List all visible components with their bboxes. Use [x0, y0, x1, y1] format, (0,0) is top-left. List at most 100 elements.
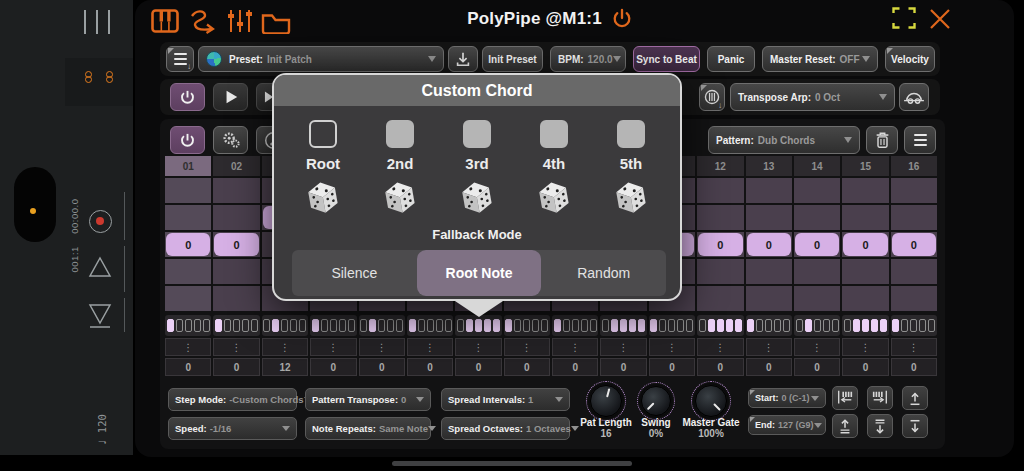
grid-cell[interactable] [697, 259, 743, 284]
column-transpose-value[interactable]: 0 [310, 358, 356, 376]
transpose-arp-dropdown[interactable]: Transpose Arp:0 Oct [730, 83, 895, 111]
spread-octaves-dropdown[interactable]: Spread Octaves:1 Octaves [441, 417, 570, 440]
column-options-button[interactable]: ⋮ [697, 338, 743, 356]
dice-icon[interactable] [305, 180, 341, 216]
substep-indicator[interactable] [697, 315, 743, 336]
grid-cell[interactable]: 0 [842, 232, 888, 257]
pattern-menu-button[interactable] [904, 126, 936, 154]
dice-icon[interactable] [536, 180, 572, 216]
substep-indicator[interactable] [262, 315, 308, 336]
column-options-button[interactable]: ⋮ [794, 338, 840, 356]
sync-to-beat-button[interactable]: Sync to Beat [633, 46, 700, 72]
return-to-start-button[interactable] [88, 303, 112, 329]
grid-cell[interactable] [746, 259, 792, 284]
grid-cell[interactable] [746, 286, 792, 311]
swing-knob[interactable] [641, 386, 671, 416]
note-pill[interactable]: 0 [214, 233, 258, 256]
save-preset-button[interactable] [448, 46, 478, 72]
column-options-button[interactable]: ⋮ [310, 338, 356, 356]
note-pill[interactable]: 0 [166, 233, 210, 256]
substep-indicator[interactable] [165, 315, 211, 336]
5th-checkbox[interactable] [617, 120, 645, 148]
grid-cell[interactable] [794, 205, 840, 230]
master-gate-knob[interactable] [695, 385, 727, 417]
step-column-header[interactable]: 14 [794, 156, 840, 176]
plugin-power-icon[interactable] [611, 8, 633, 30]
note-pill[interactable]: 0 [747, 233, 791, 256]
grid-cell[interactable] [746, 205, 792, 230]
grid-cell[interactable] [794, 259, 840, 284]
column-options-button[interactable]: ⋮ [842, 338, 888, 356]
note-pill[interactable]: 0 [892, 233, 936, 256]
substep-indicator[interactable] [600, 315, 646, 336]
note-repeats-dropdown[interactable]: Note Repeats:Same Note [305, 417, 431, 440]
column-options-button[interactable]: ⋮ [407, 338, 453, 356]
silence-segment[interactable]: Silence [292, 250, 417, 296]
2nd-checkbox[interactable] [386, 120, 414, 148]
spread-intervals-dropdown[interactable]: Spread Intervals:1 [441, 388, 570, 411]
grid-cell[interactable]: 0 [794, 232, 840, 257]
pattern-transpose-dropdown[interactable]: Pattern Transpose:0 [305, 388, 431, 411]
init-preset-button[interactable]: Init Preset [482, 46, 543, 72]
grid-cell[interactable] [794, 286, 840, 311]
grid-cell[interactable] [842, 259, 888, 284]
grid-cell[interactable] [746, 178, 792, 203]
grid-cell[interactable] [165, 205, 211, 230]
column-options-button[interactable]: ⋮ [552, 338, 598, 356]
column-transpose-value[interactable]: 0 [552, 358, 598, 376]
fullscreen-icon[interactable] [892, 7, 916, 29]
substep-indicator[interactable] [504, 315, 550, 336]
step-column-header[interactable]: 15 [842, 156, 888, 176]
column-options-button[interactable]: ⋮ [891, 338, 937, 356]
column-transpose-value[interactable]: 0 [165, 358, 211, 376]
substep-indicator[interactable] [213, 315, 259, 336]
column-transpose-value[interactable]: 0 [746, 358, 792, 376]
transpose-down-button[interactable] [867, 414, 893, 438]
column-transpose-value[interactable]: 0 [455, 358, 501, 376]
pat-length-knob[interactable] [590, 385, 622, 417]
grid-cell[interactable] [213, 259, 259, 284]
step-column-header[interactable]: 01 [165, 156, 211, 176]
play-button[interactable] [213, 83, 248, 111]
grid-cell[interactable] [842, 205, 888, 230]
menu-button[interactable]: ↓ [166, 46, 194, 72]
note-pill[interactable]: 0 [843, 233, 887, 256]
column-transpose-value[interactable]: 0 [649, 358, 695, 376]
dice-icon[interactable] [613, 180, 649, 216]
column-options-button[interactable]: ⋮ [262, 338, 308, 356]
note-pill[interactable]: 0 [698, 233, 742, 256]
column-transpose-value[interactable]: 12 [262, 358, 308, 376]
step-column-header[interactable]: 12 [697, 156, 743, 176]
substep-indicator[interactable] [649, 315, 695, 336]
column-options-button[interactable]: ⋮ [213, 338, 259, 356]
column-options-button[interactable]: ⋮ [746, 338, 792, 356]
grid-cell[interactable] [697, 178, 743, 203]
column-transpose-value[interactable]: 0 [600, 358, 646, 376]
pattern-dropdown[interactable]: Pattern:Dub Chords [708, 126, 860, 154]
grid-cell[interactable] [891, 286, 937, 311]
substep-indicator[interactable] [552, 315, 598, 336]
note-pill[interactable]: 0 [795, 233, 839, 256]
substep-indicator[interactable] [746, 315, 792, 336]
dice-icon[interactable] [382, 180, 418, 216]
random-segment[interactable]: Random [541, 250, 666, 296]
root-checkbox[interactable] [309, 120, 337, 148]
grid-cell[interactable] [697, 205, 743, 230]
octave-down-button[interactable] [902, 414, 928, 438]
column-transpose-value[interactable]: 0 [407, 358, 453, 376]
substep-indicator[interactable] [359, 315, 405, 336]
grid-cell[interactable] [213, 205, 259, 230]
master-reset-dropdown[interactable]: Master Reset:OFF [762, 46, 878, 72]
column-transpose-value[interactable]: 0 [359, 358, 405, 376]
grid-cell[interactable] [842, 286, 888, 311]
step-column-header[interactable]: 13 [746, 156, 792, 176]
column-options-button[interactable]: ⋮ [649, 338, 695, 356]
dice-icon[interactable] [459, 180, 495, 216]
home-indicator[interactable] [392, 461, 632, 466]
play-button[interactable] [88, 256, 112, 278]
end-note-dropdown[interactable]: End:127 (G9) [748, 415, 826, 435]
column-transpose-value[interactable]: 0 [213, 358, 259, 376]
close-icon[interactable] [928, 8, 952, 30]
start-note-dropdown[interactable]: Start:0 (C-1) [748, 388, 826, 408]
substep-indicator[interactable] [455, 315, 501, 336]
